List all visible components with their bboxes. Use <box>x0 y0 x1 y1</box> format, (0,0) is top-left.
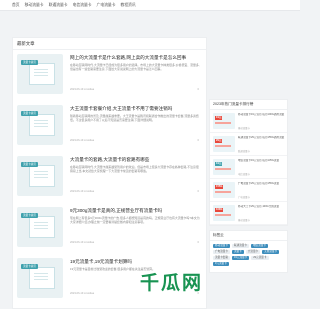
nav-item-unicom[interactable]: 联通流量卡 <box>49 3 68 8</box>
image-stripe <box>215 168 231 170</box>
section-title: 最新文章 <box>13 38 206 50</box>
price-tag: 19元 <box>215 162 223 166</box>
image-stripe <box>215 122 231 124</box>
nav-item-home[interactable]: 首页 <box>12 3 20 8</box>
watermark-logo: 千瓜网 <box>140 272 204 294</box>
article-date: 2023-06-19 xxxxidea <box>70 292 95 295</box>
hot-item-meta: 联通流量卡 <box>238 150 250 153</box>
thumbnail-label: 流量卡资讯 <box>21 60 38 65</box>
hot-item-meta: 移动流量卡 <box>238 127 250 130</box>
top-nav-bar: 首页 移动流量卡 联通流量卡 电信流量卡 广电流量卡 教程资讯 <box>0 0 300 11</box>
article-date: 2023-06-19 xxxxidea <box>70 190 95 193</box>
tag-chip[interactable]: 流量卡 <box>231 250 244 254</box>
thumbnail-label: 流量卡资讯 <box>21 213 38 218</box>
hot-item[interactable]: 29元 联通流量卡29元包月,每月155G通用流量 联通流量卡 <box>210 133 287 156</box>
hot-ranking-title: 2023年热门流量卡排行榜 <box>210 100 287 110</box>
nav-item-telecom[interactable]: 电信流量卡 <box>73 3 92 8</box>
article-item[interactable]: 流量卡资讯 9元300g流量卡是真的,正规营业厅有流量卡吗 现在网上有很多9元3… <box>17 205 201 253</box>
tag-cloud: 移动流量卡 联通流量卡 电信流量卡 广电流量卡 流量卡 大流量卡 无限流量卡 流… <box>210 241 287 269</box>
article-date: 2023-06-19 xxxxidea <box>70 88 95 91</box>
hot-item[interactable]: 19元 移动流量卡19元包月,每月100G通用流量 移动流量卡 <box>210 110 287 133</box>
article-views: 0 <box>197 190 199 193</box>
sidebar: 2023年热门流量卡排行榜 19元 移动流量卡19元包月,每月100G通用流量 … <box>209 37 288 273</box>
thumbnail-label: 流量卡资讯 <box>21 162 38 167</box>
article-title[interactable]: 19元流量卡,19元流量卡划算吗 <box>70 259 200 265</box>
thumbnail-label: 流量卡资讯 <box>21 111 38 116</box>
tag-chip[interactable]: 移动流量卡 <box>213 244 230 248</box>
tag-chip[interactable]: 无限流量卡 <box>262 250 280 254</box>
article-date: 2023-06-19 xxxxidea <box>70 241 95 244</box>
nav-item-guides[interactable]: 教程资讯 <box>121 3 136 8</box>
document-icon <box>29 165 55 187</box>
article-title[interactable]: 大王流量卡套餐介绍,大王流量卡不用了需要注销吗 <box>70 106 200 112</box>
hot-item[interactable]: 100G 移动大王卡29元包月,100G全国流量 移动流量卡 <box>210 202 287 225</box>
hot-item-text[interactable]: 电信流量卡19元包月,每月135G流量 <box>238 159 286 170</box>
article-date: 2023-06-19 xxxxidea <box>70 139 95 142</box>
document-icon <box>29 267 55 289</box>
tag-chip[interactable]: 电信流量卡 <box>250 244 268 248</box>
article-views: 0 <box>197 241 199 244</box>
price-tag: 100G <box>215 208 224 212</box>
tag-chip[interactable]: 广电流量卡 <box>213 250 230 254</box>
document-icon <box>29 114 55 136</box>
tag-cloud-title: 标签云 <box>210 231 287 241</box>
article-thumbnail[interactable]: 流量卡资讯 <box>17 156 63 196</box>
tag-chip[interactable]: 19元流量卡 <box>231 256 250 260</box>
tag-chip[interactable]: 9元流量卡 <box>213 262 229 266</box>
main-nav: 首页 移动流量卡 联通流量卡 电信流量卡 广电流量卡 教程资讯 <box>12 0 136 10</box>
thumbnail-label: 流量卡资讯 <box>21 264 38 269</box>
hot-item[interactable]: 19元 电信流量卡19元包月,每月135G流量 电信流量卡 <box>210 156 287 179</box>
article-thumbnail[interactable]: 流量卡资讯 <box>17 258 63 298</box>
price-tag: 29元 <box>215 139 223 143</box>
tag-cloud-card: 标签云 移动流量卡 联通流量卡 电信流量卡 广电流量卡 流量卡 大流量卡 无限流… <box>209 230 288 273</box>
image-stripe <box>215 214 231 216</box>
hot-item-text[interactable]: 移动流量卡19元包月,每月100G通用流量 <box>238 113 286 124</box>
hot-item-meta: 电信流量卡 <box>238 173 250 176</box>
article-thumbnail[interactable]: 流量卡资讯 <box>17 105 63 145</box>
article-views: 0 <box>197 139 199 142</box>
hot-item-image[interactable]: 19元 <box>213 113 235 129</box>
document-icon <box>29 216 55 238</box>
article-views: 0 <box>197 88 199 91</box>
article-excerpt: 随着移动互联网的普及,流量越来越重要。大王流量卡是腾讯和联通合作推出的流量卡套餐… <box>70 114 199 123</box>
tag-chip[interactable]: 联通流量卡 <box>231 244 249 248</box>
hot-item-image[interactable]: 29元 <box>213 136 235 152</box>
nav-item-mobile[interactable]: 移动流量卡 <box>25 3 44 8</box>
article-excerpt: 现在网上有很多9元300G流量卡的广告,很多人都想知道是真的吗。正规营业厅也有大… <box>70 216 200 225</box>
hot-item-image[interactable]: 155G <box>213 182 235 198</box>
tag-chip[interactable]: 大流量卡 <box>245 250 261 254</box>
hot-item[interactable]: 155G 广电流量卡29元包月,每月155G流量 广电流量卡 <box>210 179 287 202</box>
nav-item-broadcast[interactable]: 广电流量卡 <box>97 3 116 8</box>
hot-item-text[interactable]: 广电流量卡29元包月,每月155G流量 <box>238 182 286 193</box>
article-item[interactable]: 流量卡资讯 大王流量卡套餐介绍,大王流量卡不用了需要注销吗 随着移动互联网的普及… <box>17 103 201 151</box>
price-tag: 155G <box>215 185 224 189</box>
hot-item-text[interactable]: 联通流量卡29元包月,每月155G通用流量 <box>238 136 286 147</box>
price-tag: 19元 <box>215 116 223 120</box>
hot-item-text[interactable]: 移动大王卡29元包月,100G全国流量 <box>238 205 286 216</box>
image-stripe <box>215 191 231 193</box>
hot-item-image[interactable]: 19元 <box>213 159 235 175</box>
article-thumbnail[interactable]: 流量卡资讯 <box>17 54 63 94</box>
hot-item-meta: 移动流量卡 <box>238 219 250 222</box>
hot-item-meta: 广电流量卡 <box>238 196 250 199</box>
article-excerpt: 在移动互联网时代,大流量卡已经成为很多用户的选择。市场上的大流量卡种类很多,价格… <box>70 63 200 72</box>
article-excerpt: 在移动互联网时代,大流量卡越来越受到用户的欢迎。但是市场上很多大流量卡存在各种套… <box>70 165 199 174</box>
tag-chip[interactable]: 流量卡套路 <box>213 256 230 260</box>
article-item[interactable]: 流量卡资讯 大流量卡的套路,大流量卡的套路有哪些 在移动互联网时代,大流量卡越来… <box>17 154 201 202</box>
hot-ranking-card: 2023年热门流量卡排行榜 19元 移动流量卡19元包月,每月100G通用流量 … <box>209 99 288 226</box>
image-stripe <box>215 145 231 147</box>
tag-chip[interactable]: 29元流量卡 <box>251 256 269 260</box>
article-thumbnail[interactable]: 流量卡资讯 <box>17 207 63 247</box>
article-title[interactable]: 9元300g流量卡是真的,正规营业厅有流量卡吗 <box>70 208 200 214</box>
hot-item-image[interactable]: 100G <box>213 205 235 221</box>
article-item[interactable]: 流量卡资讯 网上的大流量卡是什么套路,网上卖的大流量卡是怎么回事 在移动互联网时… <box>17 52 201 100</box>
document-icon <box>29 63 55 85</box>
article-title[interactable]: 网上的大流量卡是什么套路,网上卖的大流量卡是怎么回事 <box>70 55 200 61</box>
article-title[interactable]: 大流量卡的套路,大流量卡的套路有哪些 <box>70 157 200 163</box>
